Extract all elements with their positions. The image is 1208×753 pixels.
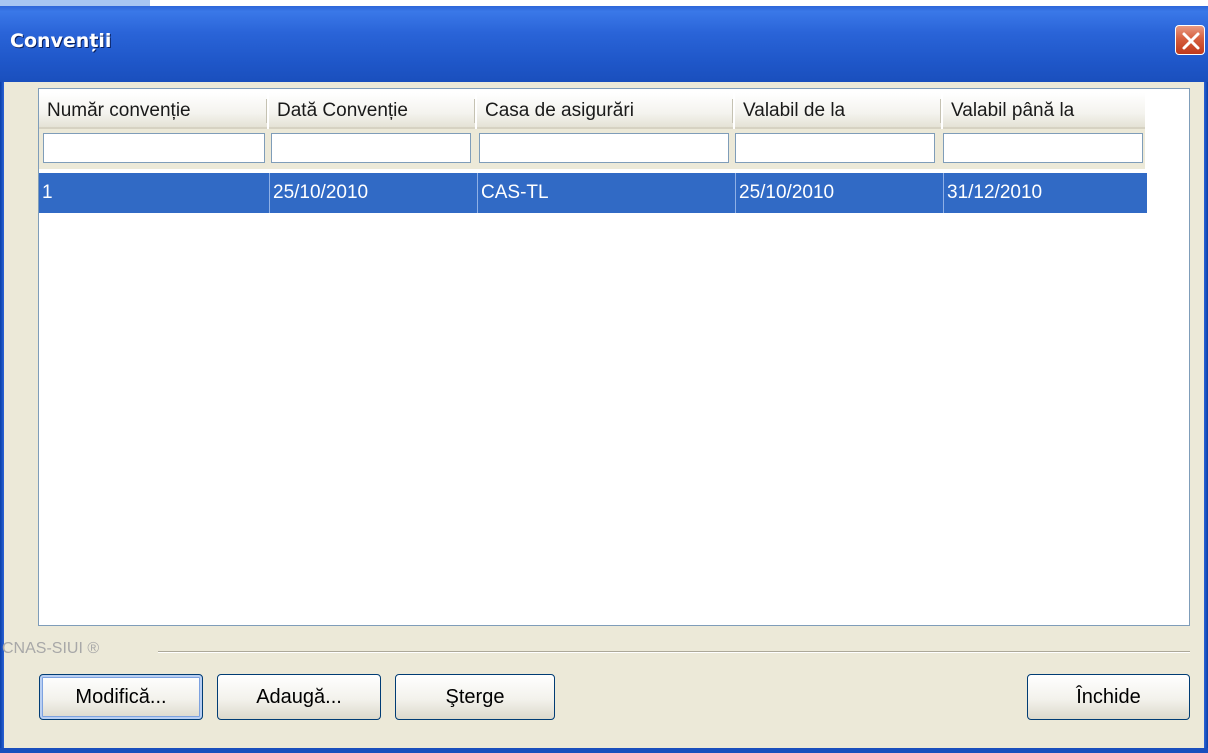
cell-casa[interactable]: CAS-TL bbox=[477, 173, 735, 213]
filter-data-input[interactable] bbox=[271, 133, 471, 163]
filter-numar-input[interactable] bbox=[43, 133, 265, 163]
filter-valabil-pana-la-input[interactable] bbox=[943, 133, 1143, 163]
column-separator[interactable] bbox=[474, 99, 476, 123]
conventions-list[interactable]: Număr convenție Dată Convenție Casa de a… bbox=[38, 88, 1190, 626]
modify-button[interactable]: Modifică... bbox=[39, 674, 203, 720]
column-separator[interactable] bbox=[940, 99, 942, 123]
close-icon bbox=[1182, 32, 1200, 50]
group-label: CNAS-SIUI ® bbox=[2, 640, 100, 657]
column-header-valabil-pana-la[interactable]: Valabil până la bbox=[943, 93, 1145, 129]
conventions-window: Convenții Număr convenție Dată Convenție… bbox=[0, 0, 1208, 753]
column-separator[interactable] bbox=[732, 99, 734, 123]
filter-casa-input[interactable] bbox=[479, 133, 729, 163]
window-title: Convenții bbox=[10, 30, 112, 52]
filter-valabil-de-la-input[interactable] bbox=[735, 133, 935, 163]
cell-valabil-pana-la[interactable]: 31/12/2010 bbox=[943, 173, 1147, 213]
column-header-label: Valabil de la bbox=[743, 100, 846, 121]
cell-valabil-de-la[interactable]: 25/10/2010 bbox=[735, 173, 943, 213]
close-window-button[interactable] bbox=[1175, 25, 1205, 55]
cell-numar[interactable]: 1 bbox=[39, 173, 269, 213]
column-separator[interactable] bbox=[266, 99, 268, 123]
column-header-valabil-de-la[interactable]: Valabil de la bbox=[735, 93, 941, 129]
cell-data[interactable]: 25/10/2010 bbox=[269, 173, 477, 213]
column-header-label: Dată Convenție bbox=[277, 100, 408, 121]
delete-button[interactable]: Şterge bbox=[395, 674, 555, 720]
window-frame-right bbox=[1204, 82, 1208, 753]
column-header-label: Casa de asigurări bbox=[485, 100, 634, 121]
group-divider bbox=[158, 651, 1190, 653]
top-strip bbox=[0, 0, 1208, 6]
window-frame-bottom bbox=[0, 748, 1208, 753]
close-button[interactable]: Închide bbox=[1027, 674, 1190, 720]
column-header-data[interactable]: Dată Convenție bbox=[269, 93, 475, 129]
column-header-numar[interactable]: Număr convenție bbox=[39, 93, 267, 129]
column-header-casa[interactable]: Casa de asigurări bbox=[477, 93, 733, 129]
top-strip-accent bbox=[0, 0, 150, 6]
title-bar: Convenții bbox=[0, 0, 1208, 82]
column-header-label: Număr convenție bbox=[47, 100, 191, 121]
add-button[interactable]: Adaugă... bbox=[217, 674, 381, 720]
column-header-label: Valabil până la bbox=[951, 100, 1075, 121]
